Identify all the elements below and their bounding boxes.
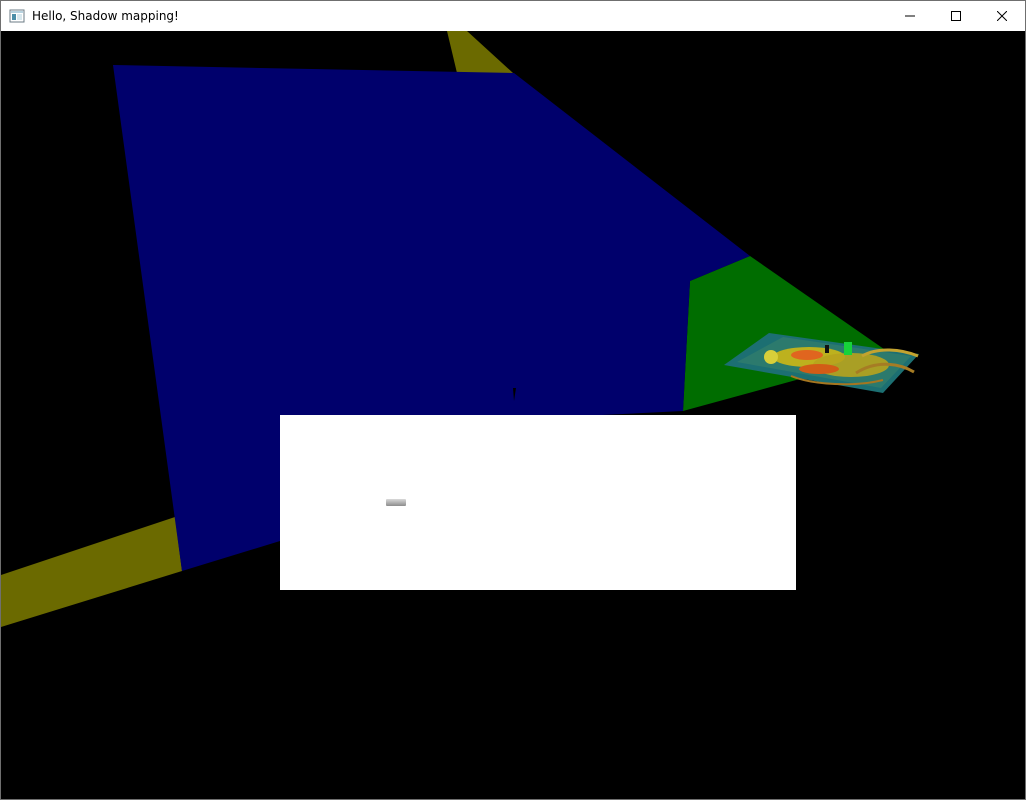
slider-knob[interactable] (386, 499, 406, 506)
title-bar[interactable]: Hello, Shadow mapping! (1, 1, 1025, 31)
maximize-button[interactable] (933, 1, 979, 31)
debug-overlay-panel (280, 415, 796, 590)
render-viewport[interactable] (1, 31, 1025, 799)
maximize-icon (951, 11, 961, 21)
minimize-icon (905, 15, 915, 17)
minimize-button[interactable] (887, 1, 933, 31)
window-controls (887, 1, 1025, 31)
close-button[interactable] (979, 1, 1025, 31)
app-window-icon (9, 8, 25, 24)
window-title: Hello, Shadow mapping! (32, 9, 179, 23)
close-icon (997, 11, 1007, 21)
app-window: Hello, Shadow mapping! (0, 0, 1026, 800)
